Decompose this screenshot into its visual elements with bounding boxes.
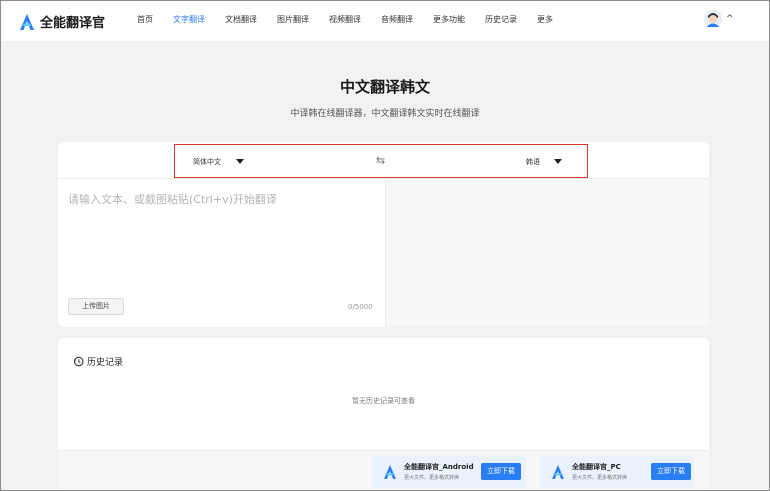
char-count: 0/5000 bbox=[348, 303, 373, 311]
source-language-select[interactable]: 简体中文 bbox=[193, 157, 221, 167]
swap-languages-icon[interactable]: ⇆ bbox=[376, 154, 385, 167]
source-text-area[interactable]: 请输入文本、或截图粘贴(Ctrl+v)开始翻译 上传图片 0/5000 bbox=[58, 179, 385, 327]
download-app-name: 全能翻译官_PC bbox=[572, 463, 621, 471]
language-bar: 简体中文 ⇆ 韩语 bbox=[174, 144, 588, 178]
target-text-area bbox=[385, 179, 709, 327]
download-app-desc: 更大文件、更多格式转换 bbox=[572, 475, 628, 481]
pc-download-banner: 全能翻译官_PC 更大文件、更多格式转换 立即下载 bbox=[540, 456, 694, 488]
page-subtitle: 中译韩在线翻译器，中文翻译韩文实时在线翻译 bbox=[290, 109, 480, 119]
nav-history[interactable]: 历史记录 bbox=[485, 14, 517, 25]
translate-card: 简体中文 ⇆ 韩语 请输入文本、或截图粘贴(Ctrl+v)开始翻译 上传图片 0… bbox=[58, 142, 709, 327]
nav-image-translate[interactable]: 图片翻译 bbox=[277, 14, 309, 25]
history-header: 历史记录 bbox=[73, 355, 123, 368]
chevron-up-icon[interactable]: ^ bbox=[726, 14, 734, 24]
history-title: 历史记录 bbox=[87, 358, 124, 368]
brand-a-icon bbox=[552, 465, 564, 479]
caret-down-icon[interactable] bbox=[236, 159, 244, 164]
history-clock-icon bbox=[73, 356, 84, 367]
nav-home[interactable]: 首页 bbox=[137, 14, 153, 25]
nav-doc-translate[interactable]: 文档翻译 bbox=[225, 14, 257, 25]
nav-video-translate[interactable]: 视频翻译 bbox=[329, 14, 361, 25]
user-avatar-icon[interactable] bbox=[704, 10, 722, 28]
source-placeholder[interactable]: 请输入文本、或截图粘贴(Ctrl+v)开始翻译 bbox=[68, 191, 277, 207]
download-app-desc: 更大文件、更多格式转换 bbox=[404, 475, 460, 481]
nav-text-translate[interactable]: 文字翻译 bbox=[173, 14, 205, 25]
caret-down-icon[interactable] bbox=[554, 159, 562, 164]
pc-download-button[interactable]: 立即下载 bbox=[651, 463, 691, 480]
nav-more[interactable]: 更多 bbox=[537, 14, 553, 25]
android-download-button[interactable]: 立即下载 bbox=[481, 463, 521, 480]
android-download-banner: 全能翻译官_Android 更大文件、更多格式转换 立即下载 bbox=[372, 456, 526, 488]
main-nav: 首页 文字翻译 文档翻译 图片翻译 视频翻译 音频翻译 更多功能 历史记录 更多 bbox=[137, 14, 573, 25]
history-card: 历史记录 暂无历史记录可查看 全能翻译官_Android 更大文件、更多格式转换… bbox=[58, 338, 709, 490]
page-title: 中文翻译韩文 bbox=[339, 78, 430, 96]
download-app-name: 全能翻译官_Android bbox=[404, 463, 474, 471]
upload-image-button[interactable]: 上传图片 bbox=[68, 298, 124, 315]
nav-more-features[interactable]: 更多功能 bbox=[433, 14, 465, 25]
brand-logo[interactable]: 全能翻译官 bbox=[20, 12, 105, 31]
brand-a-icon bbox=[384, 465, 396, 479]
brand-a-icon bbox=[20, 13, 34, 30]
history-empty-text: 暂无历史记录可查看 bbox=[352, 397, 415, 405]
top-header: 全能翻译官 首页 文字翻译 文档翻译 图片翻译 视频翻译 音频翻译 更多功能 历… bbox=[1, 1, 769, 41]
nav-audio-translate[interactable]: 音频翻译 bbox=[381, 14, 413, 25]
target-language-select[interactable]: 韩语 bbox=[526, 157, 540, 167]
brand-name: 全能翻译官 bbox=[40, 16, 106, 31]
